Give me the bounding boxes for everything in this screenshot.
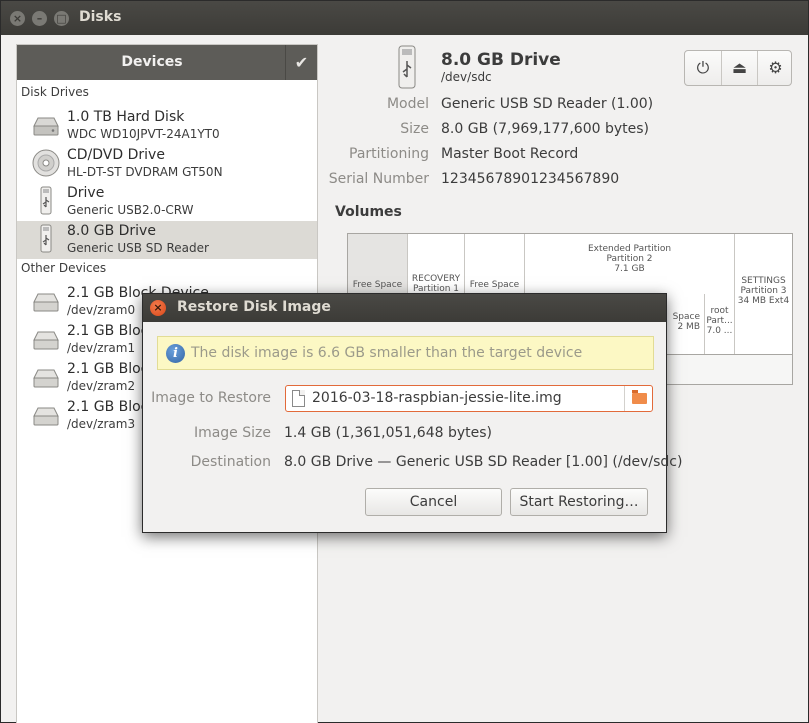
dialog-title: Restore Disk Image: [177, 299, 331, 315]
volumes-heading: Volumes: [335, 204, 402, 220]
volume-size: 7.1 GB: [614, 264, 645, 274]
device-item-hard-disk[interactable]: 1.0 TB Hard Disk WDC WD10JPVT-24A1YT0: [17, 107, 317, 145]
block-device-icon: [33, 407, 59, 426]
optical-drive-icon: [32, 149, 60, 177]
hard-disk-icon: [33, 117, 59, 136]
info-icon: i: [166, 344, 185, 363]
block-device-icon: [33, 331, 59, 350]
volume-size: 7.0 ...: [706, 326, 733, 336]
close-icon[interactable]: ×: [150, 300, 166, 316]
size-label: Size: [400, 121, 429, 137]
sidebar-header: Devices ✔: [17, 45, 317, 80]
power-icon[interactable]: ⏻: [685, 51, 721, 85]
block-device-icon: [33, 369, 59, 388]
volume-extended[interactable]: Extended Partition Partition 2 7.1 GB: [525, 234, 735, 294]
volume-label: root: [710, 306, 729, 316]
checkmark-icon[interactable]: ✔: [285, 45, 317, 80]
block-device-icon: [33, 293, 59, 312]
volume-label: Extended Partition: [587, 244, 672, 254]
partitioning-label: Partitioning: [349, 146, 429, 162]
usb-drive-icon: [40, 186, 52, 215]
section-other-devices: Other Devices: [21, 261, 107, 275]
image-size-label: Image Size: [193, 425, 271, 441]
sidebar-title: Devices: [121, 54, 183, 70]
model-value: Generic USB SD Reader (1.00): [441, 96, 654, 112]
image-size-value: 1.4 GB (1,361,051,648 bytes): [284, 425, 492, 441]
device-subtitle: HL-DT-ST DVDRAM GT50N: [67, 165, 223, 179]
device-subtitle: WDC WD10JPVT-24A1YT0: [67, 127, 220, 141]
browse-button[interactable]: [624, 386, 652, 411]
dialog-title-bar: × Restore Disk Image: [143, 294, 666, 322]
device-name: 8.0 GB Drive: [67, 223, 156, 239]
volume-sub: Part...: [706, 316, 733, 326]
volume-size: 34 MB Ext4: [737, 296, 790, 306]
destination-value: 8.0 GB Drive — Generic USB SD Reader [1.…: [284, 454, 683, 470]
drive-title: 8.0 GB Drive: [441, 50, 561, 70]
serial-value: 12345678901234567890: [441, 171, 620, 187]
device-subtitle: /dev/zram1: [67, 341, 136, 355]
device-name: Drive: [67, 185, 105, 201]
image-file-chooser[interactable]: 2016-03-18-raspbian-jessie-lite.img: [285, 385, 653, 412]
drive-toolbar: ⏻ ⏏ ⚙: [684, 50, 792, 86]
device-subtitle: Generic USB2.0-CRW: [67, 203, 194, 217]
device-subtitle: /dev/zram2: [67, 379, 136, 393]
destination-label: Destination: [190, 454, 271, 470]
document-icon: [292, 390, 305, 407]
title-bar: × – □ Disks: [1, 1, 808, 35]
volume-sub: Partition 2: [606, 254, 653, 264]
section-disk-drives: Disk Drives: [21, 85, 89, 99]
disks-window: × – □ Disks Devices ✔ Disk Drives 1.0 TB…: [0, 0, 809, 723]
usb-drive-icon: [398, 45, 416, 89]
info-bar: i The disk image is 6.6 GB smaller than …: [157, 336, 654, 370]
usb-drive-icon: [40, 224, 52, 253]
gear-icon[interactable]: ⚙: [757, 51, 793, 85]
volume-root[interactable]: root Part... 7.0 ...: [705, 294, 735, 354]
start-restoring-button[interactable]: Start Restoring…: [510, 488, 648, 516]
close-icon[interactable]: ×: [10, 11, 25, 26]
window-title: Disks: [79, 9, 122, 25]
size-value: 8.0 GB (7,969,177,600 bytes): [441, 121, 649, 137]
eject-icon[interactable]: ⏏: [721, 51, 757, 85]
volume-settings[interactable]: SETTINGS Partition 3 34 MB Ext4: [735, 234, 792, 354]
partitioning-value: Master Boot Record: [441, 146, 579, 162]
device-name: 1.0 TB Hard Disk: [67, 109, 185, 125]
volume-label: Free Space: [352, 280, 403, 290]
volume-label: SETTINGS: [741, 276, 786, 286]
model-label: Model: [386, 96, 429, 112]
volume-label: Free Space: [469, 280, 520, 290]
volume-sub: Partition 3: [740, 286, 787, 296]
restore-disk-image-dialog: × Restore Disk Image i The disk image is…: [142, 293, 682, 533]
info-message: The disk image is 6.6 GB smaller than th…: [191, 345, 583, 361]
device-subtitle: /dev/zram3: [67, 417, 136, 431]
maximize-icon[interactable]: □: [54, 11, 69, 26]
device-item-cd-dvd[interactable]: CD/DVD Drive HL-DT-ST DVDRAM GT50N: [17, 145, 317, 183]
device-item-8gb-drive[interactable]: 8.0 GB Drive Generic USB SD Reader: [17, 221, 317, 259]
image-file-name: 2016-03-18-raspbian-jessie-lite.img: [312, 390, 562, 406]
folder-icon: [632, 390, 647, 404]
serial-label: Serial Number: [328, 171, 429, 187]
device-name: CD/DVD Drive: [67, 147, 165, 163]
cancel-button[interactable]: Cancel: [365, 488, 502, 516]
volume-label: RECOVERY: [411, 274, 461, 284]
drive-path: /dev/sdc: [441, 70, 492, 84]
device-subtitle: /dev/zram0: [67, 303, 136, 317]
minimize-icon[interactable]: –: [32, 11, 47, 26]
device-item-drive[interactable]: Drive Generic USB2.0-CRW: [17, 183, 317, 221]
device-subtitle: Generic USB SD Reader: [67, 241, 209, 255]
image-to-restore-label: Image to Restore: [151, 390, 271, 406]
